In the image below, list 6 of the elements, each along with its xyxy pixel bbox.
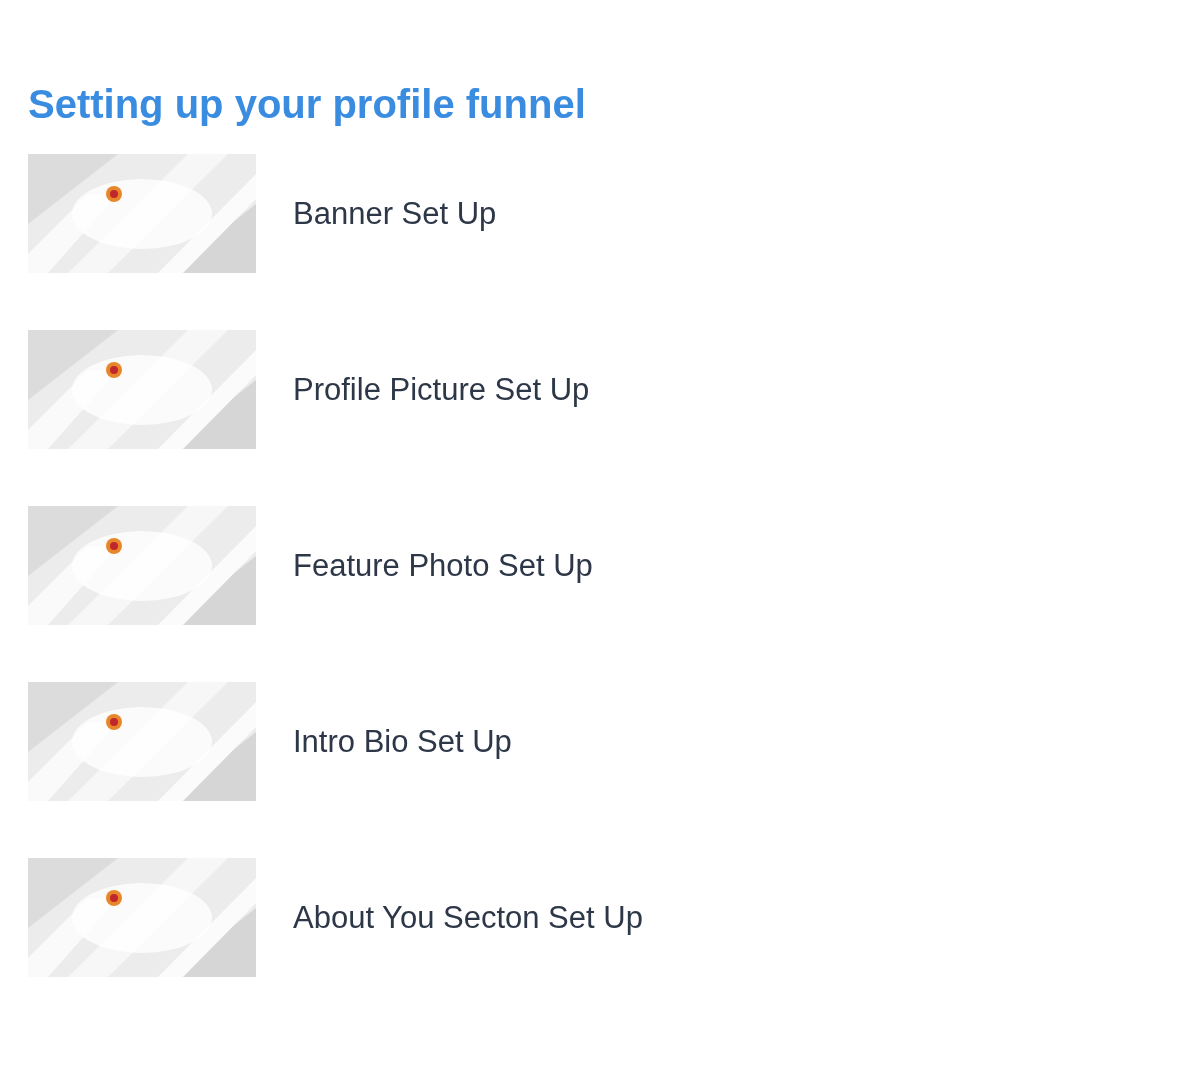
section-heading: Setting up your profile funnel (28, 84, 587, 124)
lesson-title[interactable]: Profile Picture Set Up (293, 371, 590, 408)
lesson-title[interactable]: Banner Set Up (293, 195, 497, 232)
lesson-title[interactable]: Feature Photo Set Up (293, 547, 593, 584)
lesson-title[interactable]: Intro Bio Set Up (293, 723, 512, 760)
lesson-title[interactable]: About You Secton Set Up (293, 899, 643, 936)
